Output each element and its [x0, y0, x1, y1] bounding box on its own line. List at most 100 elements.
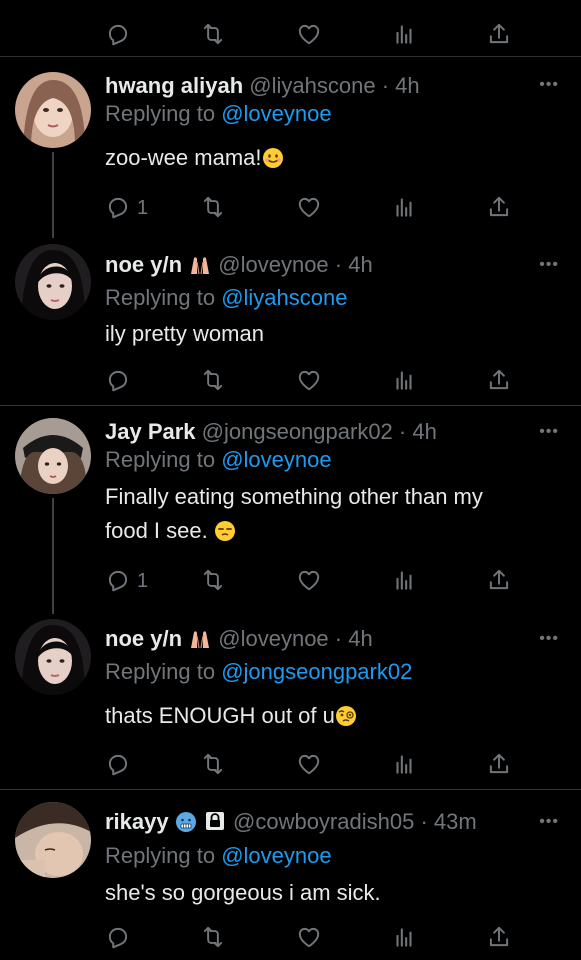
- replying-to-label: Replying to: [105, 659, 216, 684]
- tweet-header: noe y/n @loveynoe · 4h: [105, 626, 373, 656]
- timestamp[interactable]: · 4h: [335, 252, 373, 277]
- timestamp[interactable]: · 43m: [420, 809, 476, 834]
- timestamp[interactable]: · 4h: [399, 419, 437, 444]
- more-options-icon[interactable]: •••: [539, 76, 559, 94]
- display-name[interactable]: hwang aliyah: [105, 73, 243, 98]
- smiling-face-emoji-icon: [262, 145, 284, 179]
- more-options-icon[interactable]: •••: [539, 813, 559, 831]
- replying-to-label: Replying to: [105, 843, 216, 868]
- tweet-text: Finally eating something other than my f…: [105, 480, 555, 552]
- share-icon[interactable]: [486, 194, 514, 222]
- reply-count: 1: [137, 197, 149, 219]
- tweet-text-content: thats ENOUGH out of u: [105, 703, 335, 728]
- handle[interactable]: @loveynoe: [218, 626, 328, 651]
- tweet-header: Jay Park @jongseongpark02 · 4h: [105, 419, 437, 445]
- replying-to: Replying to @loveynoe: [105, 447, 332, 473]
- retweet-icon[interactable]: [200, 194, 228, 222]
- tweet-text: zoo-wee mama!: [105, 141, 555, 179]
- tweet-text: thats ENOUGH out of u: [105, 699, 555, 737]
- mention-link[interactable]: @loveynoe: [221, 447, 331, 472]
- share-icon[interactable]: [486, 21, 514, 49]
- avatar[interactable]: [15, 244, 91, 320]
- face-with-monocle-emoji-icon: [335, 703, 357, 737]
- reply-icon[interactable]: [105, 924, 133, 952]
- replying-to: Replying to @loveynoe: [105, 101, 332, 127]
- replying-to-label: Replying to: [105, 447, 216, 472]
- divider: [0, 56, 581, 57]
- timestamp[interactable]: · 4h: [335, 626, 373, 651]
- like-icon[interactable]: [296, 924, 324, 952]
- share-icon[interactable]: [486, 567, 514, 595]
- lock-icon: [203, 809, 227, 839]
- replying-to: Replying to @jongseongpark02: [105, 659, 412, 685]
- cold-face-emoji-icon: [175, 811, 197, 839]
- retweet-icon[interactable]: [200, 751, 228, 779]
- handle[interactable]: @jongseongpark02: [202, 419, 393, 444]
- reply-icon[interactable]: [105, 194, 133, 222]
- display-name[interactable]: noe y/n: [105, 252, 182, 277]
- tweet-text-content: food I see.: [105, 518, 208, 543]
- like-icon[interactable]: [296, 194, 324, 222]
- more-options-icon[interactable]: •••: [539, 630, 559, 648]
- mention-link[interactable]: @loveynoe: [221, 843, 331, 868]
- display-name[interactable]: rikayy: [105, 809, 169, 834]
- tweet-text: she's so gorgeous i am sick.: [105, 876, 555, 910]
- like-icon[interactable]: [296, 21, 324, 49]
- more-options-icon[interactable]: •••: [539, 256, 559, 274]
- tweet-text-content: zoo-wee mama!: [105, 145, 262, 170]
- hands-emoji-icon: [188, 254, 212, 282]
- retweet-icon[interactable]: [200, 567, 228, 595]
- replying-to: Replying to @liyahscone: [105, 285, 348, 311]
- views-icon[interactable]: [391, 567, 419, 595]
- like-icon[interactable]: [296, 367, 324, 395]
- replying-to-label: Replying to: [105, 285, 216, 310]
- hands-emoji-icon: [188, 628, 212, 656]
- avatar[interactable]: [15, 802, 91, 878]
- thread-line: [52, 498, 54, 614]
- divider: [0, 789, 581, 790]
- like-icon[interactable]: [296, 567, 324, 595]
- retweet-icon[interactable]: [200, 924, 228, 952]
- tweet-text-content: she's so gorgeous i am sick.: [105, 880, 381, 905]
- avatar[interactable]: [15, 72, 91, 148]
- handle[interactable]: @loveynoe: [218, 252, 328, 277]
- reply-count: 1: [137, 570, 149, 592]
- reply-icon[interactable]: [105, 367, 133, 395]
- replying-to: Replying to @loveynoe: [105, 843, 332, 869]
- tweet-text: ily pretty woman: [105, 317, 555, 351]
- handle[interactable]: @liyahscone: [249, 73, 375, 98]
- mention-link[interactable]: @jongseongpark02: [221, 659, 412, 684]
- mention-link[interactable]: @liyahscone: [221, 285, 347, 310]
- more-options-icon[interactable]: •••: [539, 423, 559, 441]
- share-icon[interactable]: [486, 751, 514, 779]
- avatar[interactable]: [15, 418, 91, 494]
- tweet-text-line: Finally eating something other than my: [105, 484, 483, 509]
- timestamp[interactable]: · 4h: [382, 73, 420, 98]
- views-icon[interactable]: [391, 751, 419, 779]
- retweet-icon[interactable]: [200, 21, 228, 49]
- tweet-header: hwang aliyah @liyahscone · 4h: [105, 73, 420, 99]
- like-icon[interactable]: [296, 751, 324, 779]
- retweet-icon[interactable]: [200, 367, 228, 395]
- divider: [0, 405, 581, 406]
- reply-icon[interactable]: [105, 21, 133, 49]
- views-icon[interactable]: [391, 924, 419, 952]
- views-icon[interactable]: [391, 367, 419, 395]
- handle[interactable]: @cowboyradish05: [233, 809, 414, 834]
- views-icon[interactable]: [391, 194, 419, 222]
- mention-link[interactable]: @loveynoe: [221, 101, 331, 126]
- share-icon[interactable]: [486, 924, 514, 952]
- tweet-text-content: ily pretty woman: [105, 321, 264, 346]
- views-icon[interactable]: [391, 21, 419, 49]
- share-icon[interactable]: [486, 367, 514, 395]
- display-name[interactable]: noe y/n: [105, 626, 182, 651]
- display-name[interactable]: Jay Park: [105, 419, 196, 444]
- reply-icon[interactable]: [105, 751, 133, 779]
- tweet-header: rikayy @cowboyradish05 · 43m: [105, 809, 477, 839]
- thread-line: [52, 152, 54, 238]
- reply-icon[interactable]: [105, 567, 133, 595]
- replying-to-label: Replying to: [105, 101, 216, 126]
- unamused-face-emoji-icon: [214, 518, 236, 552]
- avatar[interactable]: [15, 619, 91, 695]
- tweet-header: noe y/n @loveynoe · 4h: [105, 252, 373, 282]
